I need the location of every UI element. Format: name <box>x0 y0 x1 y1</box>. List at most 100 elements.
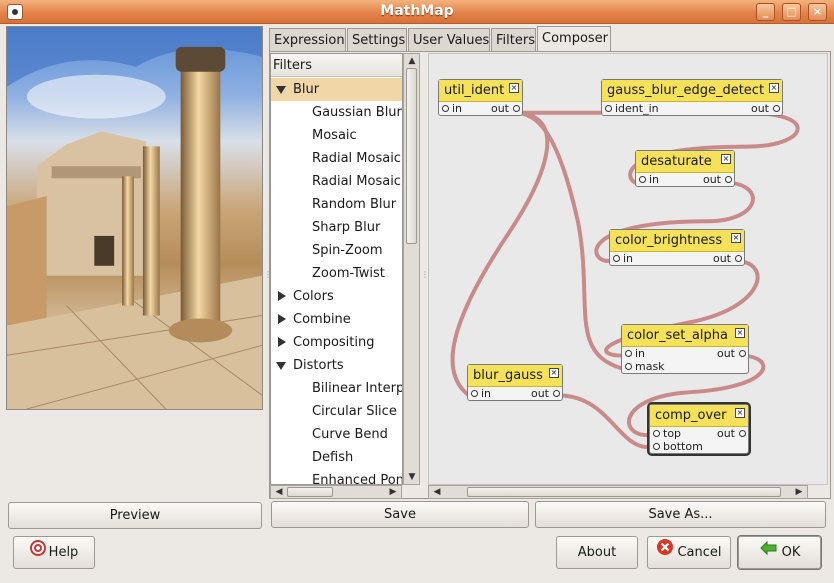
port-in[interactable]: in out <box>468 387 562 400</box>
save-button[interactable]: Save <box>271 501 529 528</box>
help-button[interactable]: Help <box>13 536 95 569</box>
port-in[interactable]: in out <box>622 347 748 360</box>
filter-tree-vscrollbar[interactable]: ▲ ▼ <box>403 53 420 485</box>
port-out[interactable]: out <box>531 387 561 400</box>
scroll-right-icon[interactable]: ▶ <box>792 486 806 498</box>
tree-item[interactable]: Radial Mosaic <box>271 170 402 193</box>
tree-item-label: Compositing <box>293 335 375 350</box>
tree-item[interactable]: Spin-Zoom <box>271 239 402 262</box>
close-icon[interactable]: × <box>735 408 745 418</box>
tree-item-label: Distorts <box>293 358 344 373</box>
composer-canvas[interactable]: util_ident × in out gauss_blur_edge_dete… <box>428 53 828 485</box>
node-util-ident[interactable]: util_ident × in out <box>438 79 523 116</box>
tree-category[interactable]: Blur <box>271 78 402 101</box>
tree-category[interactable]: Compositing <box>271 331 402 354</box>
cancel-button[interactable]: Cancel <box>647 536 731 569</box>
port-out[interactable]: out <box>713 252 743 265</box>
tree-item[interactable]: Curve Bend <box>271 423 402 446</box>
ok-label: OK <box>781 545 801 560</box>
port-out[interactable]: out <box>703 173 733 186</box>
tree-item[interactable]: Mosaic <box>271 124 402 147</box>
node-title[interactable]: comp_over <box>650 405 748 427</box>
node-gauss-blur-edge-detect[interactable]: gauss_blur_edge_detect × ident_in out <box>601 79 783 116</box>
port-out[interactable]: out <box>717 427 747 440</box>
filter-tree-hscrollbar[interactable]: ◀ ▶ <box>270 485 402 499</box>
node-desaturate[interactable]: desaturate × in out <box>635 150 735 187</box>
close-icon[interactable]: × <box>735 328 745 338</box>
tree-category[interactable]: Distorts <box>271 354 402 377</box>
tab-expression[interactable]: Expression <box>269 28 346 52</box>
node-comp-over[interactable]: comp_over × top out bottom <box>649 404 749 454</box>
close-window-button[interactable]: × <box>808 3 827 21</box>
tree-item[interactable]: Enhanced Pon <box>271 469 402 484</box>
tree-item-label: Circular Slice <box>312 404 397 419</box>
arrow-left-icon <box>759 537 779 568</box>
port-out[interactable]: out <box>751 102 781 115</box>
port-out[interactable]: out <box>491 102 521 115</box>
close-icon[interactable]: × <box>509 83 519 93</box>
minimize-button[interactable]: _ <box>756 3 775 21</box>
expander-expanded-icon[interactable] <box>276 362 286 370</box>
port-out[interactable]: out <box>717 347 747 360</box>
scroll-down-icon[interactable]: ▼ <box>405 471 419 483</box>
tree-category[interactable]: Colors <box>271 285 402 308</box>
expander-collapsed-icon[interactable] <box>278 337 286 347</box>
tree-item[interactable]: Sharp Blur <box>271 216 402 239</box>
close-icon[interactable]: × <box>549 368 559 378</box>
hscroll-thumb[interactable] <box>467 487 781 497</box>
port-in[interactable]: ident_in out <box>602 102 782 115</box>
filter-tree-header[interactable]: Filters <box>271 54 402 77</box>
tree-item[interactable]: Random Blur <box>271 193 402 216</box>
close-icon[interactable]: × <box>769 83 779 93</box>
node-blur-gauss[interactable]: blur_gauss × in out <box>467 364 563 401</box>
title-bar: MathMap _ □ × <box>0 0 834 24</box>
tree-item[interactable]: Gaussian Blur <box>271 101 402 124</box>
preview-button[interactable]: Preview <box>8 502 262 529</box>
tree-item[interactable]: Circular Slice <box>271 400 402 423</box>
tree-item-label: Colors <box>293 289 334 304</box>
vscroll-thumb[interactable] <box>406 68 417 244</box>
port-in[interactable]: in out <box>610 252 744 265</box>
ok-button[interactable]: OK <box>738 536 821 569</box>
maximize-button[interactable]: □ <box>782 3 801 21</box>
tree-item-label: Defish <box>312 450 354 465</box>
scroll-right-icon[interactable]: ▶ <box>386 486 400 498</box>
node-title[interactable]: color_brightness <box>610 230 744 252</box>
node-color-brightness[interactable]: color_brightness × in out <box>609 229 745 266</box>
node-color-set-alpha[interactable]: color_set_alpha × in out mask <box>621 324 749 374</box>
tree-item-label: Combine <box>293 312 351 327</box>
node-title[interactable]: blur_gauss <box>468 365 562 387</box>
port-in[interactable]: in out <box>439 102 522 115</box>
tab-settings[interactable]: Settings <box>347 28 407 52</box>
port-mask[interactable]: mask <box>622 360 748 373</box>
tab-user-values[interactable]: User Values <box>408 28 490 52</box>
save-as-button[interactable]: Save As... <box>535 501 826 528</box>
port-in[interactable]: in out <box>636 173 734 186</box>
close-icon[interactable]: × <box>721 154 731 164</box>
expander-collapsed-icon[interactable] <box>278 291 286 301</box>
node-title[interactable]: color_set_alpha <box>622 325 748 347</box>
expander-collapsed-icon[interactable] <box>278 314 286 324</box>
tree-category[interactable]: Combine <box>271 308 402 331</box>
filter-tree[interactable]: Filters Blur Gaussian Blur Mosaic Radial Mo… <box>270 53 403 485</box>
port-bottom[interactable]: bottom <box>650 440 748 453</box>
port-top[interactable]: top out <box>650 427 748 440</box>
scroll-left-icon[interactable]: ◀ <box>430 486 444 498</box>
node-title[interactable]: desaturate <box>636 151 734 173</box>
close-icon[interactable]: × <box>731 233 741 243</box>
tree-item[interactable]: Zoom-Twist <box>271 262 402 285</box>
tree-item[interactable]: Defish <box>271 446 402 469</box>
node-title[interactable]: gauss_blur_edge_detect <box>602 80 782 102</box>
pane-gripper[interactable]: ⋮ <box>264 270 272 279</box>
expander-expanded-icon[interactable] <box>276 86 286 94</box>
tree-item[interactable]: Radial Mosaic <box>271 147 402 170</box>
tree-item[interactable]: Bilinear Interpo <box>271 377 402 400</box>
scroll-up-icon[interactable]: ▲ <box>405 55 419 67</box>
hscroll-thumb[interactable] <box>287 487 333 497</box>
about-button[interactable]: About <box>556 536 638 569</box>
tab-composer[interactable]: Composer <box>537 26 611 53</box>
canvas-hscrollbar[interactable]: ◀ ▶ <box>428 485 808 499</box>
tab-filters[interactable]: Filters <box>491 28 536 52</box>
scroll-left-icon[interactable]: ◀ <box>272 486 286 498</box>
pane-gripper-2[interactable]: ⋮ <box>421 270 429 279</box>
